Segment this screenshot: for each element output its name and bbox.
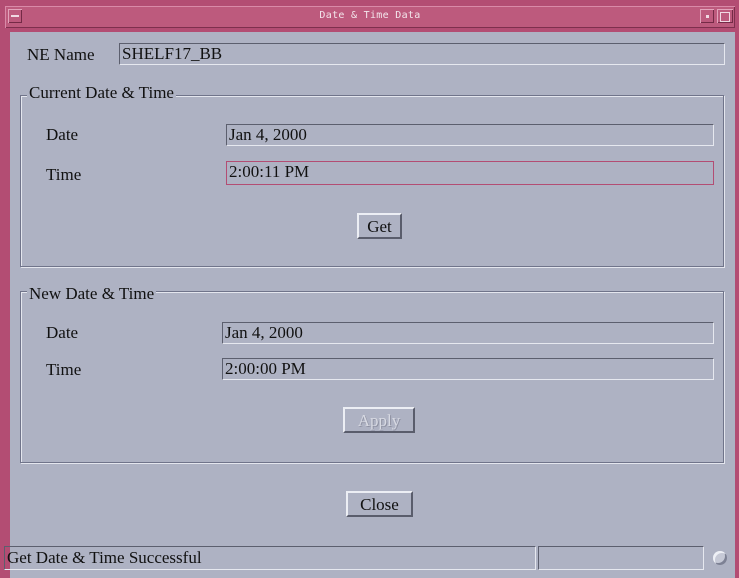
dialog-window: Date & Time Data NE Name SHELF17_BB Curr…	[0, 0, 739, 578]
maximize-icon[interactable]	[717, 9, 733, 23]
current-time-field[interactable]: 2:00:11 PM	[226, 161, 714, 185]
status-secondary	[538, 546, 704, 570]
new-date-field[interactable]: Jan 4, 2000	[222, 322, 714, 344]
current-time-label: Time	[46, 165, 82, 184]
get-button[interactable]: Get	[357, 213, 402, 239]
window-title: Date & Time Data	[319, 10, 421, 21]
title-bar[interactable]: Date & Time Data	[5, 6, 735, 28]
current-date-label: Date	[46, 125, 79, 144]
ne-name-field[interactable]: SHELF17_BB	[119, 43, 725, 65]
current-date-field[interactable]: Jan 4, 2000	[226, 124, 714, 146]
new-group-legend: New Date & Time	[27, 284, 157, 304]
dialog-body: NE Name SHELF17_BB Current Date & Time D…	[4, 32, 735, 578]
close-button[interactable]: Close	[346, 491, 413, 517]
ne-name-label: NE Name	[27, 45, 95, 64]
current-group-legend: Current Date & Time	[27, 83, 176, 103]
new-time-field[interactable]: 2:00:00 PM	[222, 358, 714, 380]
status-message: Get Date & Time Successful	[4, 546, 536, 570]
minimize-icon[interactable]	[700, 9, 714, 23]
resize-grip-icon[interactable]	[709, 547, 731, 569]
new-time-label: Time	[46, 360, 82, 379]
new-date-label: Date	[46, 323, 79, 342]
apply-button[interactable]: Apply	[343, 407, 415, 433]
